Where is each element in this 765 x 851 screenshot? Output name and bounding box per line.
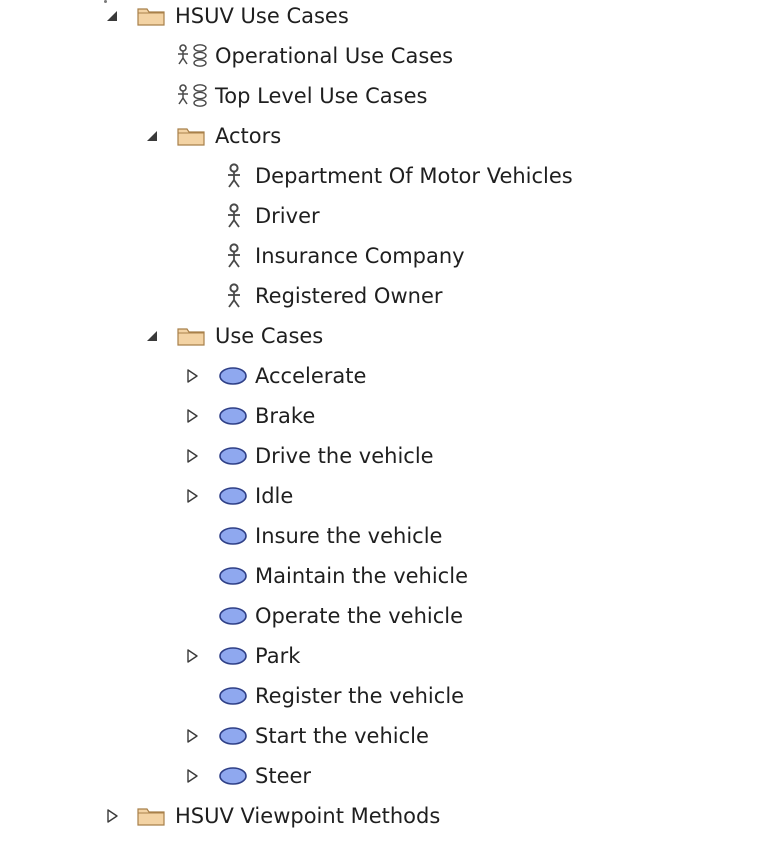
usecase-icon (218, 606, 255, 626)
tree-item-label: Maintain the vehicle (255, 564, 468, 588)
expand-arrow-icon[interactable] (184, 768, 200, 784)
tree-item-label: Insurance Company (255, 244, 465, 268)
tree-item-steer[interactable]: Steer (218, 756, 311, 796)
collapse-arrow-icon[interactable] (104, 8, 120, 24)
tree-item-insurance-company[interactable]: Insurance Company (226, 236, 465, 276)
tree-item-driver[interactable]: Driver (226, 196, 320, 236)
actor-icon (226, 203, 255, 229)
tree-item-label: Operate the vehicle (255, 604, 464, 628)
actor-icon (226, 163, 255, 189)
tree-item-label: Top Level Use Cases (215, 84, 428, 108)
tree-item-label: Park (255, 644, 301, 668)
tree-item-label: Use Cases (215, 324, 324, 348)
tree-item-operate-the-vehicle[interactable]: Operate the vehicle (218, 596, 463, 636)
expand-arrow-icon[interactable] (184, 488, 200, 504)
tree-item-brake[interactable]: Brake (218, 396, 315, 436)
usecase-icon (218, 726, 255, 746)
tree-item-actors[interactable]: Actors (176, 116, 281, 156)
tree-item-insure-the-vehicle[interactable]: Insure the vehicle (218, 516, 442, 556)
tree-item-label: Registered Owner (255, 284, 443, 308)
tree-item-label: Idle (255, 484, 294, 508)
tree-item-drive-the-vehicle[interactable]: Drive the vehicle (218, 436, 434, 476)
collapse-arrow-icon[interactable] (144, 328, 160, 344)
tree-item-label: Operational Use Cases (215, 44, 454, 68)
tree-item-use-cases[interactable]: Use Cases (176, 316, 323, 356)
tree-item-hsuv-viewpoint-methods[interactable]: HSUV Viewpoint Methods (136, 796, 440, 836)
usecase-icon (218, 526, 255, 546)
tree-item-label: Accelerate (255, 364, 367, 388)
expand-arrow-icon[interactable] (104, 808, 120, 824)
expand-arrow-icon[interactable] (184, 728, 200, 744)
tree-item-idle[interactable]: Idle (218, 476, 293, 516)
tree-item-label: Actors (215, 124, 282, 148)
tree-item-label: Steer (255, 764, 312, 788)
folder-icon (136, 805, 175, 827)
expand-arrow-icon[interactable] (184, 648, 200, 664)
scroll-marker (104, 0, 107, 3)
tree-item-department-of-motor-vehicles[interactable]: Department Of Motor Vehicles (226, 156, 573, 196)
tree-item-top-level-use-cases[interactable]: Top Level Use Cases (176, 76, 427, 116)
tree-item-park[interactable]: Park (218, 636, 300, 676)
usecase-icon (218, 566, 255, 586)
folder-icon (176, 125, 215, 147)
collapse-arrow-icon[interactable] (144, 128, 160, 144)
usecase-icon (218, 766, 255, 786)
tree-item-maintain-the-vehicle[interactable]: Maintain the vehicle (218, 556, 468, 596)
tree-item-label: Drive the vehicle (255, 444, 434, 468)
folder-icon (136, 5, 175, 27)
tree-item-label: Insure the vehicle (255, 524, 443, 548)
usecase-icon (218, 686, 255, 706)
actor-icon (226, 283, 255, 309)
expand-arrow-icon[interactable] (184, 368, 200, 384)
tree-item-register-the-vehicle[interactable]: Register the vehicle (218, 676, 464, 716)
tree-item-registered-owner[interactable]: Registered Owner (226, 276, 443, 316)
tree-item-label: HSUV Use Cases (175, 4, 349, 28)
usecase-icon (218, 646, 255, 666)
expand-arrow-icon[interactable] (184, 408, 200, 424)
tree-item-start-the-vehicle[interactable]: Start the vehicle (218, 716, 429, 756)
usecase-icon (218, 366, 255, 386)
usecase-icon (218, 446, 255, 466)
project-browser-tree: HSUV Use Cases Operational Use Cases Top… (0, 0, 765, 851)
usecase-icon (218, 406, 255, 426)
tree-item-label: Department Of Motor Vehicles (255, 164, 573, 188)
tree-item-hsuv-use-cases[interactable]: HSUV Use Cases (136, 0, 349, 36)
tree-item-label: Start the vehicle (255, 724, 429, 748)
tree-item-accelerate[interactable]: Accelerate (218, 356, 366, 396)
tree-item-label: Driver (255, 204, 320, 228)
folder-icon (176, 325, 215, 347)
tree-item-operational-use-cases[interactable]: Operational Use Cases (176, 36, 453, 76)
tree-item-label: HSUV Viewpoint Methods (175, 804, 441, 828)
actor-icon (226, 243, 255, 269)
usecase-icon (218, 486, 255, 506)
usecase-diagram-icon (176, 83, 215, 109)
expand-arrow-icon[interactable] (184, 448, 200, 464)
usecase-diagram-icon (176, 43, 215, 69)
tree-item-label: Register the vehicle (255, 684, 465, 708)
tree-item-label: Brake (255, 404, 316, 428)
